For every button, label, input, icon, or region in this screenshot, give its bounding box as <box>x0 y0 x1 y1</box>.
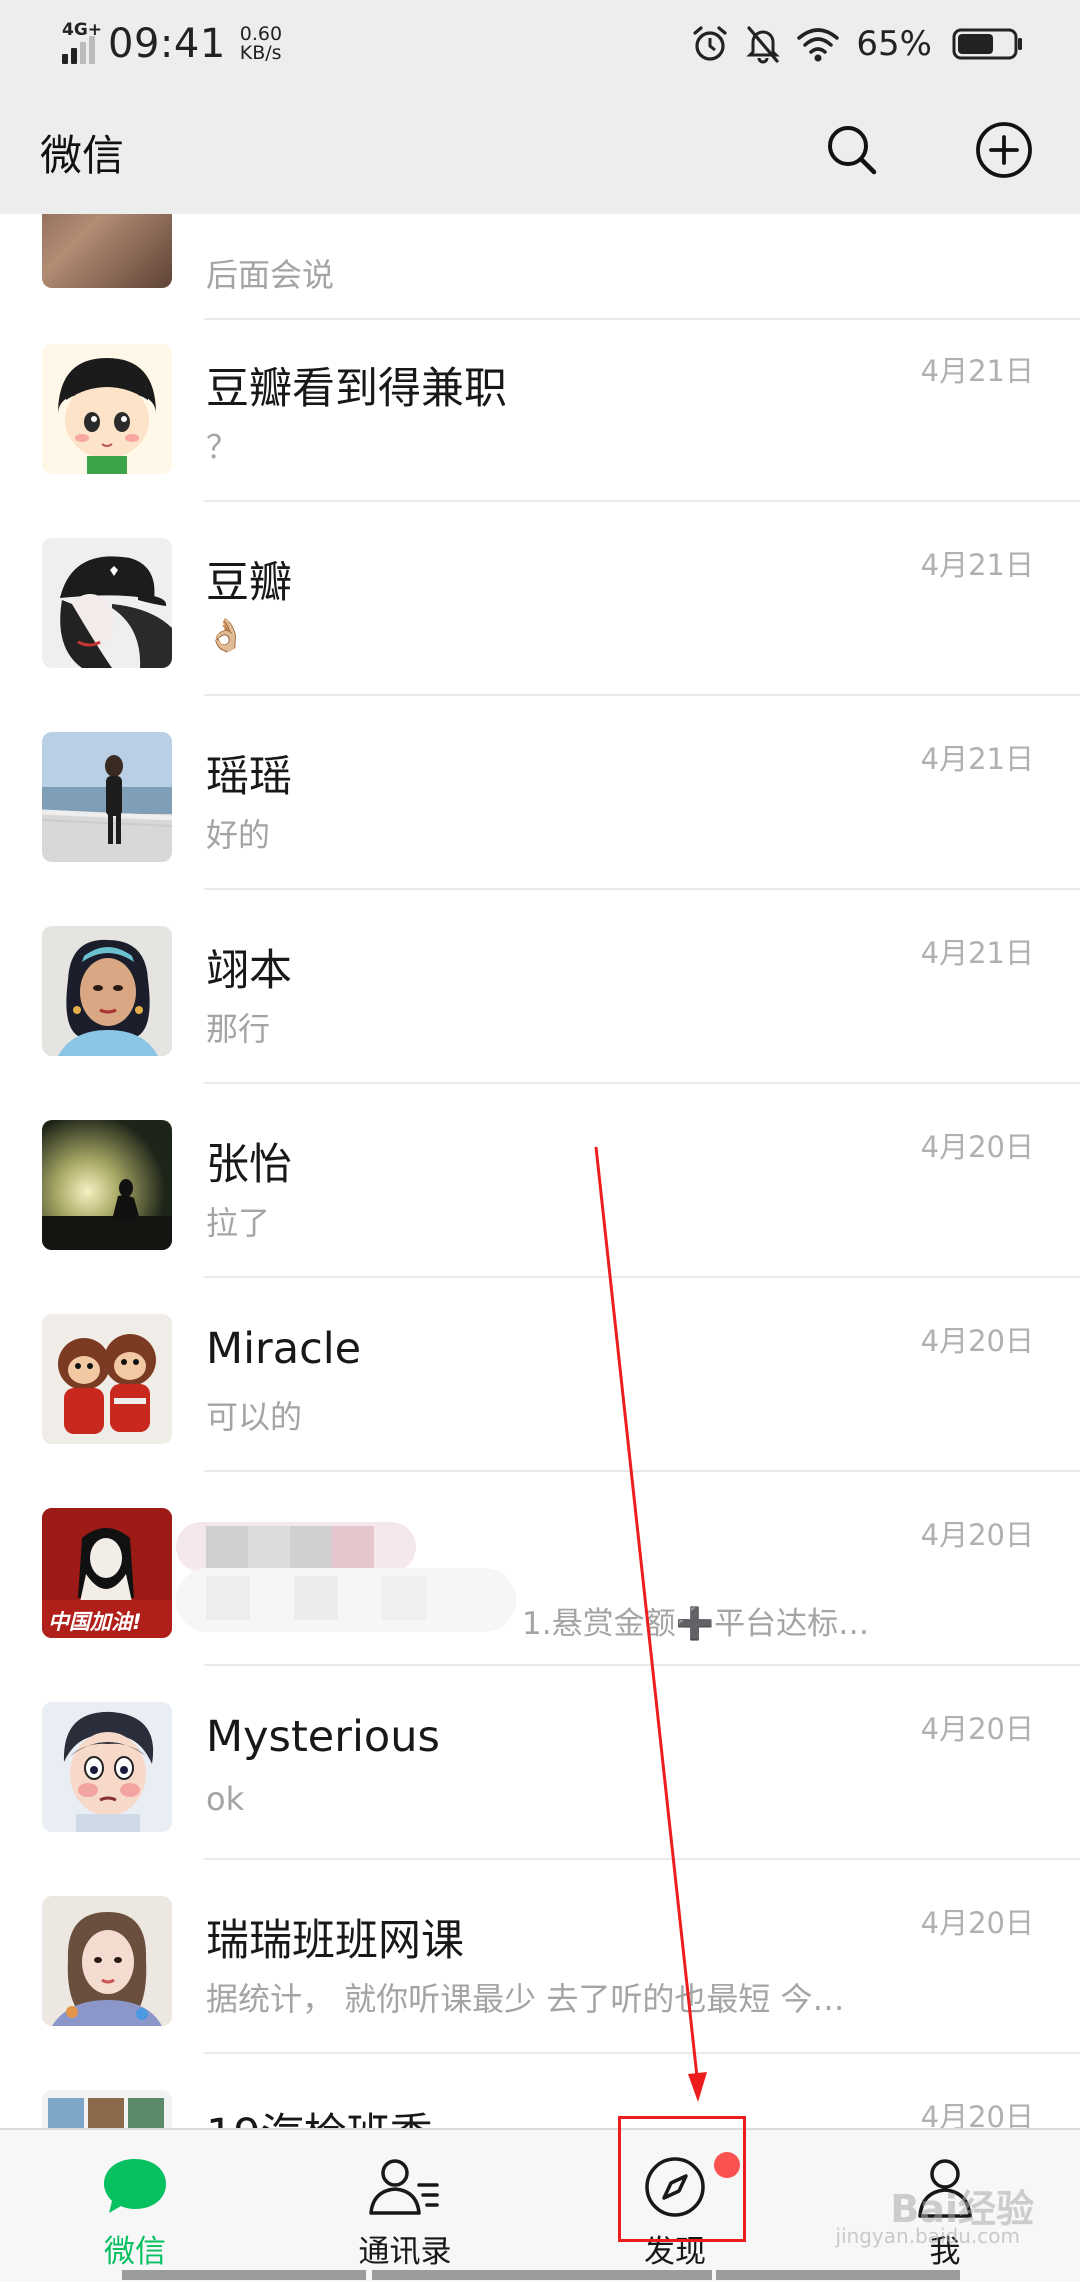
network-type: 4G+ <box>62 20 103 40</box>
avatar <box>42 732 172 862</box>
chat-item[interactable]: 中国加油! 1.悬赏金额➕平台达标… 4月20日 <box>0 1472 1080 1666</box>
plus-circle-icon <box>976 122 1032 178</box>
avatar <box>42 1896 172 2026</box>
chat-item[interactable]: 后面会说 <box>0 214 1080 320</box>
chat-time: 4月20日 <box>920 2100 1034 2128</box>
chat-preview: ？ <box>206 428 239 466</box>
chat-bubble-icon <box>104 2159 166 2213</box>
chat-list[interactable]: 后面会说 豆瓣看到得兼职 ？ 4月21日 豆瓣 👌🏼 4月21日 瑶瑶 好的 4… <box>0 214 1080 2128</box>
home-indicator <box>716 2270 960 2280</box>
chat-time: 4月21日 <box>920 936 1034 970</box>
chat-time: 4月20日 <box>920 1324 1034 1358</box>
signal-icon: 4G+ <box>56 20 103 66</box>
chat-name: 19汽检班委 <box>206 2100 433 2128</box>
home-indicator <box>122 2270 366 2280</box>
chat-name: 豆瓣看到得兼职 <box>206 364 507 414</box>
blurred-name <box>176 1522 516 1632</box>
tab-label: 微信 <box>104 2234 166 2270</box>
chat-item[interactable]: 瑞瑞班班网课 据统计， 就你听课最少 去了听的也最短 今… 4月20日 <box>0 1860 1080 2054</box>
wifi-icon <box>797 28 840 62</box>
chat-preview: ok <box>206 1780 245 1818</box>
add-button[interactable] <box>970 116 1038 184</box>
avatar-caption: 中国加油! <box>48 1610 142 1634</box>
chat-preview: 拉了 <box>206 1204 271 1242</box>
chat-name: 瑶瑶 <box>206 752 292 802</box>
mute-bell-icon <box>746 26 781 64</box>
chat-time: 4月20日 <box>920 1712 1034 1746</box>
search-button[interactable] <box>818 116 886 184</box>
chat-preview: 后面会说 <box>206 256 335 294</box>
chat-preview: 好的 <box>206 816 271 854</box>
home-indicator <box>372 2270 712 2280</box>
chat-preview: 👌🏼 <box>206 616 246 654</box>
title-bar: 微信 <box>0 86 1080 214</box>
avatar <box>42 1702 172 1832</box>
chat-item[interactable]: 豆瓣 👌🏼 4月21日 <box>0 502 1080 696</box>
chat-item[interactable]: 瑶瑶 好的 4月21日 <box>0 696 1080 890</box>
chat-item[interactable]: 翊本 那行 4月21日 <box>0 890 1080 1084</box>
watermark-url: jingyan.baidu.com <box>835 2224 1020 2248</box>
avatar <box>42 2090 172 2128</box>
chat-name: 豆瓣 <box>206 558 292 608</box>
chat-name: Miracle <box>206 1324 362 1374</box>
tab-chats[interactable]: 微信 <box>0 2130 270 2280</box>
avatar <box>42 344 172 474</box>
chat-preview: 那行 <box>206 1010 271 1048</box>
tab-contacts[interactable]: 通讯录 <box>270 2130 540 2280</box>
tab-label: 通讯录 <box>358 2234 452 2270</box>
battery-icon <box>952 28 1022 60</box>
chat-item[interactable]: Miracle 可以的 4月20日 <box>0 1278 1080 1472</box>
chat-name: 张怡 <box>206 1140 292 1190</box>
avatar <box>42 214 172 288</box>
chat-preview: 据统计， 就你听课最少 去了听的也最短 今… <box>206 1980 845 2018</box>
chat-item[interactable]: 张怡 拉了 4月20日 <box>0 1084 1080 1278</box>
chat-preview: 可以的 <box>206 1398 303 1436</box>
chat-time: 4月20日 <box>920 1130 1034 1164</box>
chat-time: 4月20日 <box>920 1518 1034 1552</box>
chat-time: 4月21日 <box>920 742 1034 776</box>
status-bar: 4G+ 09:41 0.60 KB/s 65% <box>0 0 1080 86</box>
contacts-icon <box>369 2159 439 2215</box>
page-title: 微信 <box>40 131 125 180</box>
chat-name: 翊本 <box>206 946 292 996</box>
chat-item[interactable]: Mysterious ok 4月20日 <box>0 1666 1080 1860</box>
battery-percent: 65% <box>856 24 932 64</box>
avatar: 中国加油! <box>42 1508 172 1638</box>
network-speed: 0.60 KB/s <box>239 23 283 64</box>
clock: 09:41 <box>108 21 226 67</box>
chat-time: 4月20日 <box>920 1906 1034 1940</box>
chat-item[interactable]: 19汽检班委 4月20日 <box>0 2054 1080 2128</box>
chat-preview: 1.悬赏金额➕平台达标… <box>522 1606 870 1642</box>
annotation-highlight-box <box>618 2116 746 2242</box>
avatar <box>42 1120 172 1250</box>
chat-name: 瑞瑞班班网课 <box>206 1916 464 1966</box>
avatar <box>42 1314 172 1444</box>
chat-name: Mysterious <box>206 1712 440 1762</box>
chat-time: 4月21日 <box>920 354 1034 388</box>
avatar <box>42 538 172 668</box>
chat-item[interactable]: 豆瓣看到得兼职 ？ 4月21日 <box>0 308 1080 502</box>
alarm-icon <box>693 26 728 61</box>
search-icon <box>828 126 877 175</box>
chat-time: 4月21日 <box>920 548 1034 582</box>
avatar <box>42 926 172 1056</box>
